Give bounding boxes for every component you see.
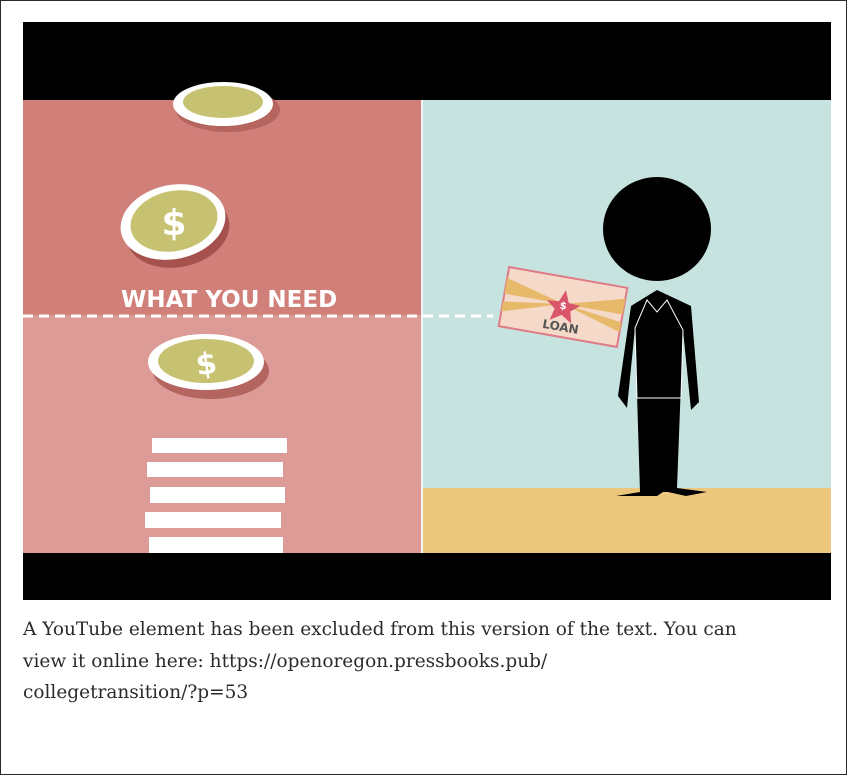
embed-notice-line[interactable]: collegetransition/?p=53 (23, 677, 833, 709)
video-frame: $ WHAT YOU NEED $ $ LOAN (23, 22, 831, 600)
embed-notice-line: A YouTube element has been excluded from… (23, 619, 737, 640)
coin-dollar-label: $ (161, 203, 186, 244)
video-player[interactable]: $ WHAT YOU NEED $ $ LOAN (23, 22, 831, 600)
embed-notice: A YouTube element has been excluded from… (23, 614, 833, 709)
right-panel (422, 100, 831, 553)
floor (422, 488, 831, 553)
embed-notice-line[interactable]: view it online here: https://openoregon.… (23, 646, 833, 678)
scene-heading: WHAT YOU NEED (121, 287, 337, 313)
